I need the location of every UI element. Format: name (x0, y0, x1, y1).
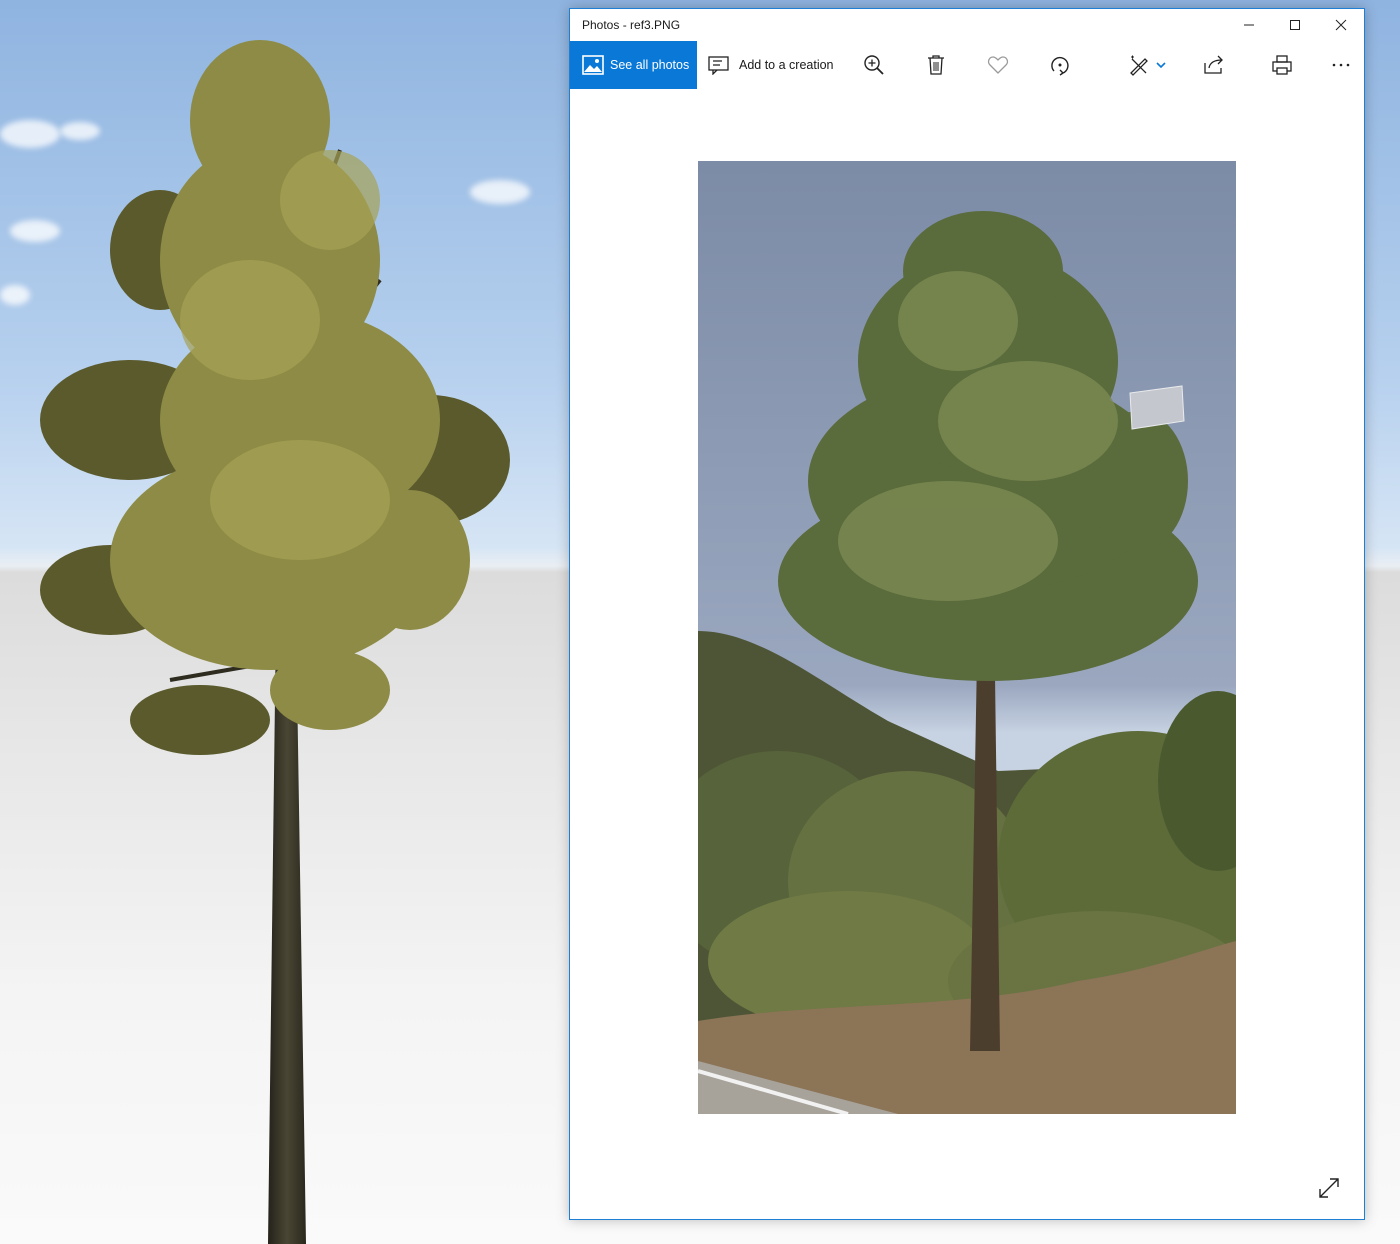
maximize-icon (1290, 20, 1300, 30)
see-all-photos-button[interactable]: See all photos (570, 41, 697, 89)
share-button[interactable] (1193, 41, 1235, 89)
close-icon (1335, 19, 1347, 31)
minimize-button[interactable] (1226, 9, 1272, 41)
more-icon (1332, 63, 1350, 67)
displayed-photo[interactable] (698, 161, 1236, 1114)
delete-icon (928, 55, 944, 75)
minimize-icon (1244, 24, 1254, 26)
fullscreen-expand-icon (1319, 1178, 1339, 1198)
add-to-creation-button[interactable]: Add to a creation (708, 41, 838, 89)
pine-tree-photo (698, 161, 1236, 1114)
rotate-button[interactable] (1039, 41, 1081, 89)
print-icon (1272, 55, 1292, 75)
edit-draw-icon (1130, 55, 1148, 76)
print-button[interactable] (1261, 41, 1303, 89)
title-bar[interactable]: Photos - ref3.PNG (570, 9, 1364, 41)
share-icon (1204, 55, 1223, 74)
maximize-button[interactable] (1272, 9, 1318, 41)
chevron-down-icon (1156, 62, 1166, 69)
toolbar: See all photos Add to a creation (570, 41, 1364, 89)
add-to-creation-icon (708, 56, 729, 75)
favorite-button[interactable] (977, 41, 1019, 89)
close-button[interactable] (1318, 9, 1364, 41)
add-to-creation-label: Add to a creation (739, 58, 834, 72)
3d-tree-model (40, 40, 510, 1244)
edit-and-create-button[interactable] (1122, 41, 1172, 89)
fullscreen-button[interactable] (1316, 1175, 1342, 1201)
zoom-in-icon (864, 55, 884, 75)
see-all-photos-label: See all photos (610, 58, 690, 72)
more-options-button[interactable] (1320, 41, 1362, 89)
photos-gallery-icon (582, 55, 604, 75)
window-title: Photos - ref3.PNG (582, 18, 681, 32)
favorite-heart-icon (987, 56, 1009, 74)
photos-app-window[interactable]: Photos - ref3.PNG See all photos Add to … (569, 8, 1365, 1220)
delete-button[interactable] (915, 41, 957, 89)
rotate-icon (1051, 56, 1069, 76)
zoom-button[interactable] (853, 41, 895, 89)
